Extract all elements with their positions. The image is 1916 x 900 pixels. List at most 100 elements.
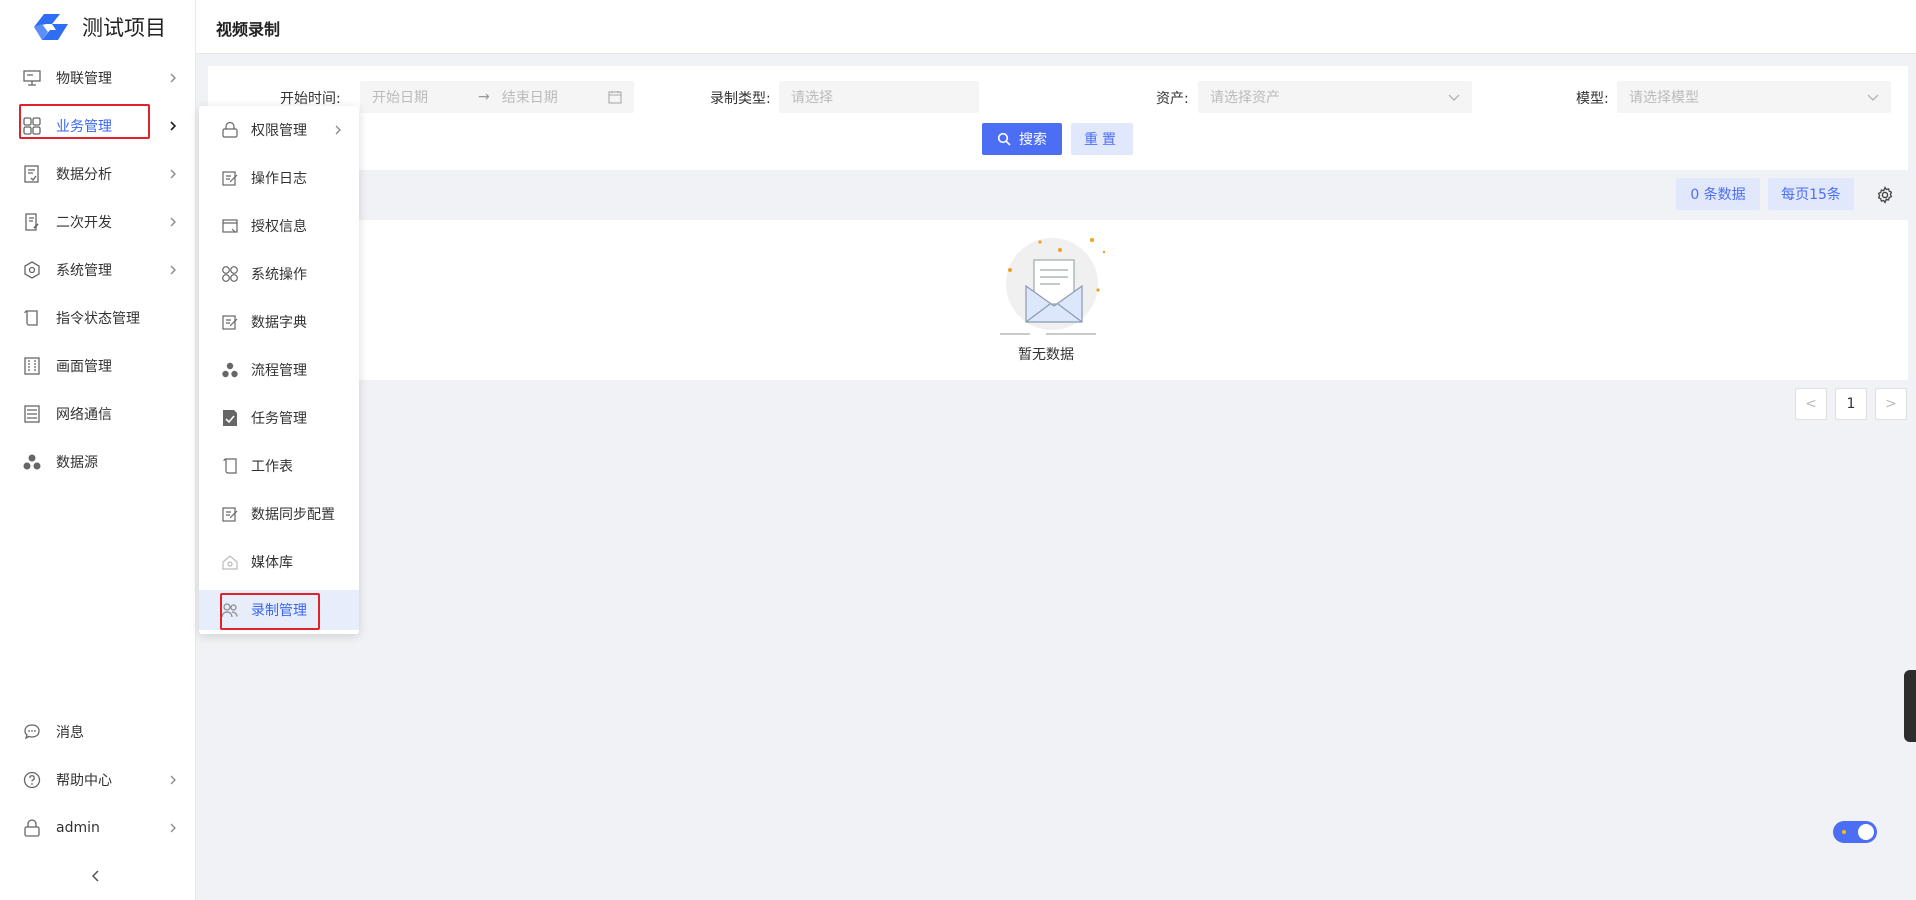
- theme-toggle[interactable]: [1833, 821, 1877, 843]
- submenu-item-label: 任务管理: [251, 411, 307, 427]
- chevron-right-icon: [170, 73, 176, 83]
- chevron-down-icon: [1867, 94, 1879, 101]
- page-size-button[interactable]: 每页15条: [1768, 178, 1854, 210]
- sun-icon: [1842, 830, 1846, 834]
- sidebar-item-label: 二次开发: [56, 215, 112, 231]
- sidebar-item-messages[interactable]: 消息: [0, 712, 196, 752]
- record-type-label: 录制类型:: [710, 91, 771, 107]
- page-size-label: 每页15条: [1781, 187, 1841, 203]
- gear-icon: [24, 261, 40, 279]
- chevron-right-icon: [170, 217, 176, 227]
- sidebar-item-label: 网络通信: [56, 407, 112, 423]
- sidebar-item-label: 消息: [56, 725, 84, 741]
- submenu-item-label: 数据同步配置: [251, 507, 335, 523]
- submenu-item-tasks[interactable]: 任务管理: [199, 398, 359, 438]
- help-icon: [23, 771, 41, 789]
- submenu-item-worksheet[interactable]: 工作表: [199, 446, 359, 486]
- submenu-item-label: 权限管理: [251, 123, 307, 139]
- scroll-icon: [24, 310, 38, 326]
- submenu-item-system-ops[interactable]: 系统操作: [199, 254, 359, 294]
- pagination-next[interactable]: >: [1875, 388, 1907, 420]
- sidebar-item-iot[interactable]: 物联管理: [0, 58, 196, 98]
- asset-label: 资产:: [1156, 91, 1189, 107]
- search-button[interactable]: 搜索: [982, 123, 1062, 155]
- asset-placeholder: 请选择资产: [1210, 90, 1280, 106]
- sidebar: 测试项目 物联管理 业务管理 数据分析 二次开发 系统管理 指令状态管理 画面管…: [0, 0, 196, 900]
- sidebar-item-command-status[interactable]: 指令状态管理: [0, 298, 196, 338]
- chevron-right-icon: [170, 265, 176, 275]
- end-date-input[interactable]: 结束日期: [502, 87, 558, 107]
- submenu-item-dictionary[interactable]: 数据字典: [199, 302, 359, 342]
- sidebar-item-label: 物联管理: [56, 71, 112, 87]
- page-title: 视频录制: [216, 20, 281, 39]
- submenu-item-data-sync[interactable]: 数据同步配置: [199, 494, 359, 534]
- sidebar-item-admin[interactable]: admin: [0, 808, 196, 848]
- pagination-page[interactable]: 1: [1835, 388, 1867, 420]
- model-select[interactable]: 请选择模型: [1617, 81, 1891, 113]
- submenu-item-label: 工作表: [251, 459, 293, 475]
- media-icon: [222, 555, 238, 570]
- edit-icon: [222, 171, 238, 186]
- chevron-down-icon: [1448, 94, 1460, 101]
- model-label: 模型:: [1576, 91, 1609, 107]
- pagination-prev[interactable]: <: [1795, 388, 1827, 420]
- record-count-badge: 0 条数据: [1676, 178, 1760, 210]
- logo-icon: [34, 14, 68, 40]
- cluster-icon: [23, 454, 41, 470]
- submenu-item-media[interactable]: 媒体库: [199, 542, 359, 582]
- sidebar-item-secondary-dev[interactable]: 二次开发: [0, 202, 196, 242]
- sidebar-item-datasource[interactable]: 数据源: [0, 442, 196, 482]
- settings-gear-icon[interactable]: [1876, 186, 1894, 204]
- submenu-item-operation-log[interactable]: 操作日志: [199, 158, 359, 198]
- circles-icon: [222, 266, 238, 282]
- search-icon: [997, 132, 1011, 146]
- sidebar-item-help[interactable]: 帮助中心: [0, 760, 196, 800]
- record-type-placeholder: 请选择: [791, 90, 833, 106]
- range-separator: →: [478, 89, 490, 105]
- start-date-input[interactable]: 开始日期: [372, 87, 428, 107]
- asset-select[interactable]: 请选择资产: [1198, 81, 1472, 113]
- lock-icon: [24, 819, 40, 837]
- record-count-label: 0 条数据: [1690, 187, 1746, 203]
- sidebar-item-screen[interactable]: 画面管理: [0, 346, 196, 386]
- doc-edit-icon: [25, 213, 39, 231]
- date-range-picker[interactable]: 开始日期 → 结束日期: [360, 81, 634, 113]
- sidebar-item-system[interactable]: 系统管理: [0, 250, 196, 290]
- empty-state-text: 暂无数据: [1018, 347, 1074, 363]
- sidebar-item-label: 帮助中心: [56, 773, 112, 789]
- reset-button[interactable]: 重置: [1071, 123, 1133, 155]
- page-header: 视频录制: [196, 0, 1916, 54]
- sidebar-item-label: 数据分析: [56, 167, 112, 183]
- submenu-item-label: 流程管理: [251, 363, 307, 379]
- side-drawer-handle[interactable]: [1904, 670, 1916, 742]
- chevron-right-icon: [335, 125, 341, 135]
- model-placeholder: 请选择模型: [1629, 90, 1699, 106]
- submenu-item-permissions[interactable]: 权限管理: [199, 110, 359, 150]
- sidebar-item-label: 画面管理: [56, 359, 112, 375]
- building-icon: [24, 357, 40, 375]
- toggle-knob: [1858, 824, 1874, 840]
- chat-icon: [24, 724, 40, 740]
- submenu-item-label: 授权信息: [251, 219, 307, 235]
- calendar-icon: [608, 91, 622, 104]
- sidebar-item-label: 系统管理: [56, 263, 112, 279]
- logo[interactable]: 测试项目: [0, 0, 195, 54]
- submenu-item-workflow[interactable]: 流程管理: [199, 350, 359, 390]
- chevron-right-icon: [170, 169, 176, 179]
- sidebar-item-data-analysis[interactable]: 数据分析: [0, 154, 196, 194]
- window-icon: [222, 219, 238, 233]
- list-icon: [24, 405, 40, 423]
- empty-mailbox-icon: [1000, 238, 1106, 335]
- lock-icon: [222, 121, 238, 138]
- start-time-label: 开始时间:: [280, 91, 341, 107]
- collapse-sidebar-icon[interactable]: [88, 868, 104, 884]
- sidebar-item-network[interactable]: 网络通信: [0, 394, 196, 434]
- submenu-item-license[interactable]: 授权信息: [199, 206, 359, 246]
- reset-button-label: 重置: [1084, 132, 1120, 148]
- record-type-select[interactable]: 请选择: [779, 81, 979, 113]
- business-submenu: 权限管理 操作日志 授权信息 系统操作 数据字典 流程管理 任务管理 工作表 数…: [199, 106, 359, 634]
- submenu-item-label: 操作日志: [251, 171, 307, 187]
- monitor-icon: [23, 70, 41, 86]
- sidebar-item-label: admin: [56, 820, 100, 836]
- search-button-label: 搜索: [1019, 132, 1047, 148]
